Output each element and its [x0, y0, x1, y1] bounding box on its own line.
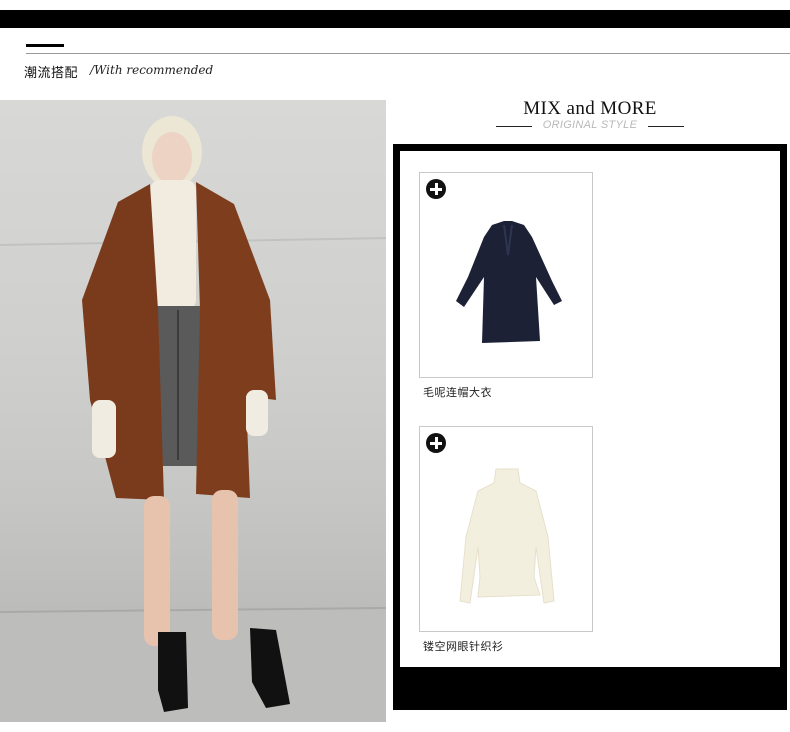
top-black-bar — [0, 10, 790, 28]
showcase-title: MIX and MORE — [523, 98, 657, 119]
add-item-icon[interactable] — [426, 179, 446, 199]
product-card-coat[interactable] — [419, 172, 593, 378]
add-item-icon[interactable] — [426, 433, 446, 453]
section-title: 潮流搭配 — [24, 66, 79, 81]
showcase-tagline: ORIGINAL STYLE — [542, 119, 638, 131]
header-divider — [26, 53, 790, 54]
header-accent-rule — [26, 44, 64, 47]
section-subtitle: /With recommended — [90, 63, 214, 77]
tagline-right-line — [648, 126, 684, 127]
product-name-knit[interactable]: 镂空网眼针织衫 — [423, 638, 504, 654]
product-card-knit[interactable] — [419, 426, 593, 632]
tagline-left-line — [496, 126, 532, 127]
model-photo — [0, 100, 386, 722]
product-name-coat[interactable]: 毛呢连帽大衣 — [423, 384, 492, 400]
